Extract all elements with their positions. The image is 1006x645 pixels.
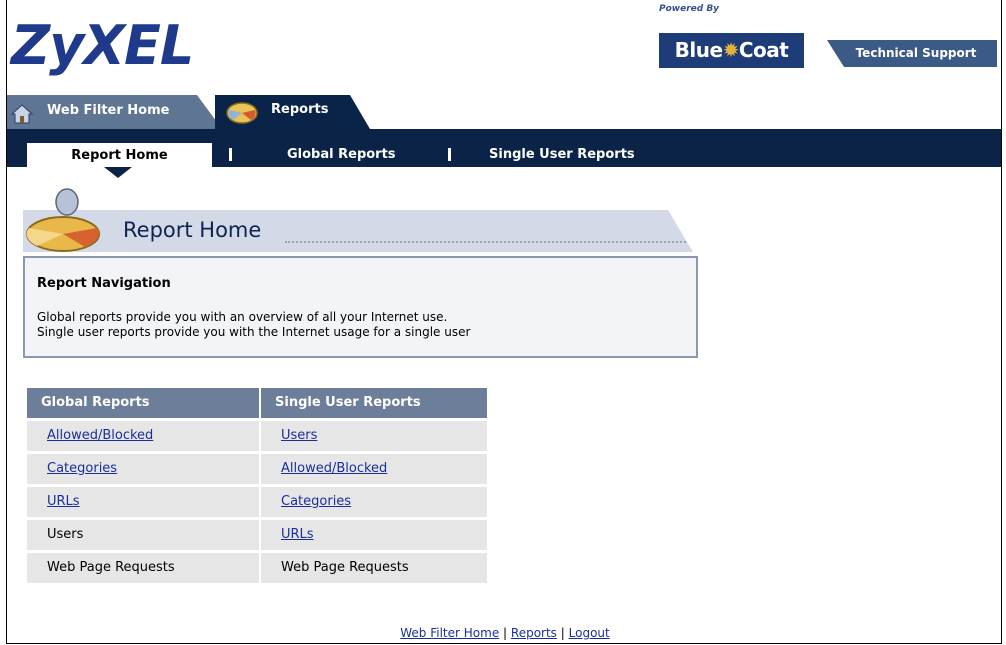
report-navigation-box: Report Navigation Global reports provide…: [23, 256, 698, 358]
report-subnav: Report Home Global Reports Single User R…: [7, 129, 1001, 167]
footer-reports-link[interactable]: Reports: [511, 626, 557, 640]
single-user-reports-heading: Single User Reports: [261, 388, 487, 418]
single-user-reports-item: URLs: [261, 520, 487, 550]
subnav-separator: [229, 148, 232, 161]
global-reports-item: Allowed/Blocked: [27, 421, 259, 451]
bluecoat-logo: Blue✹Coat: [659, 33, 804, 68]
global-categories-link[interactable]: Categories: [47, 461, 117, 476]
subnav-report-home[interactable]: Report Home: [27, 143, 212, 167]
report-navigation-heading: Report Navigation: [37, 276, 171, 291]
global-users-item: Users: [27, 520, 259, 550]
navigation-description-global: Global reports provide you with an overv…: [37, 310, 448, 324]
footer-separator: |: [560, 626, 565, 640]
global-reports-item: Categories: [27, 454, 259, 484]
global-web-page-requests-item: Web Page Requests: [27, 553, 259, 583]
footer-links: Web Filter Home | Reports | Logout: [7, 626, 1001, 640]
global-urls-link[interactable]: URLs: [47, 494, 80, 509]
single-user-reports-item: Categories: [261, 487, 487, 517]
page-title-banner: Report Home: [23, 210, 693, 252]
single-urls-link[interactable]: URLs: [281, 527, 314, 542]
single-user-reports-item: Users: [261, 421, 487, 451]
global-allowed-blocked-link[interactable]: Allowed/Blocked: [47, 428, 153, 443]
global-reports-item: URLs: [27, 487, 259, 517]
subnav-separator: [448, 148, 451, 161]
tab-reports[interactable]: Reports: [215, 95, 370, 129]
navigation-description-single: Single user reports provide you with the…: [37, 325, 471, 339]
technical-support-button[interactable]: Technical Support: [827, 40, 997, 67]
powered-by-label: Powered By: [659, 4, 720, 14]
web-filter-frame: ZyXEL Powered By Blue✹Coat Technical Sup…: [6, 0, 1002, 644]
banner-dotted-rule: [285, 241, 690, 243]
tab-web-filter-home[interactable]: Web Filter Home: [7, 95, 222, 129]
tab-reports-label: Reports: [271, 102, 329, 117]
footer-logout-link[interactable]: Logout: [569, 626, 610, 640]
global-reports-heading: Global Reports: [27, 388, 259, 418]
single-user-reports-column: Single User Reports Users Allowed/Blocke…: [261, 388, 487, 583]
single-users-link[interactable]: Users: [281, 428, 317, 443]
reports-pie-icon: [225, 101, 259, 129]
home-icon: [10, 104, 34, 128]
zyxel-logo: ZyXEL: [11, 14, 194, 77]
single-allowed-blocked-link[interactable]: Allowed/Blocked: [281, 461, 387, 476]
bluecoat-shield-icon: ✹: [722, 38, 740, 62]
single-user-reports-item: Allowed/Blocked: [261, 454, 487, 484]
single-categories-link[interactable]: Categories: [281, 494, 351, 509]
single-web-page-requests-item: Web Page Requests: [261, 553, 487, 583]
report-user-icon: [23, 186, 113, 258]
page-title: Report Home: [123, 218, 262, 242]
footer-web-filter-home-link[interactable]: Web Filter Home: [400, 626, 499, 640]
active-tab-pointer: [104, 167, 132, 178]
subnav-global-reports[interactable]: Global Reports: [287, 147, 396, 162]
global-reports-column: Global Reports Allowed/Blocked Categorie…: [27, 388, 259, 583]
subnav-single-user-reports[interactable]: Single User Reports: [489, 147, 635, 162]
footer-separator: |: [503, 626, 508, 640]
tab-web-filter-home-label: Web Filter Home: [47, 103, 170, 118]
